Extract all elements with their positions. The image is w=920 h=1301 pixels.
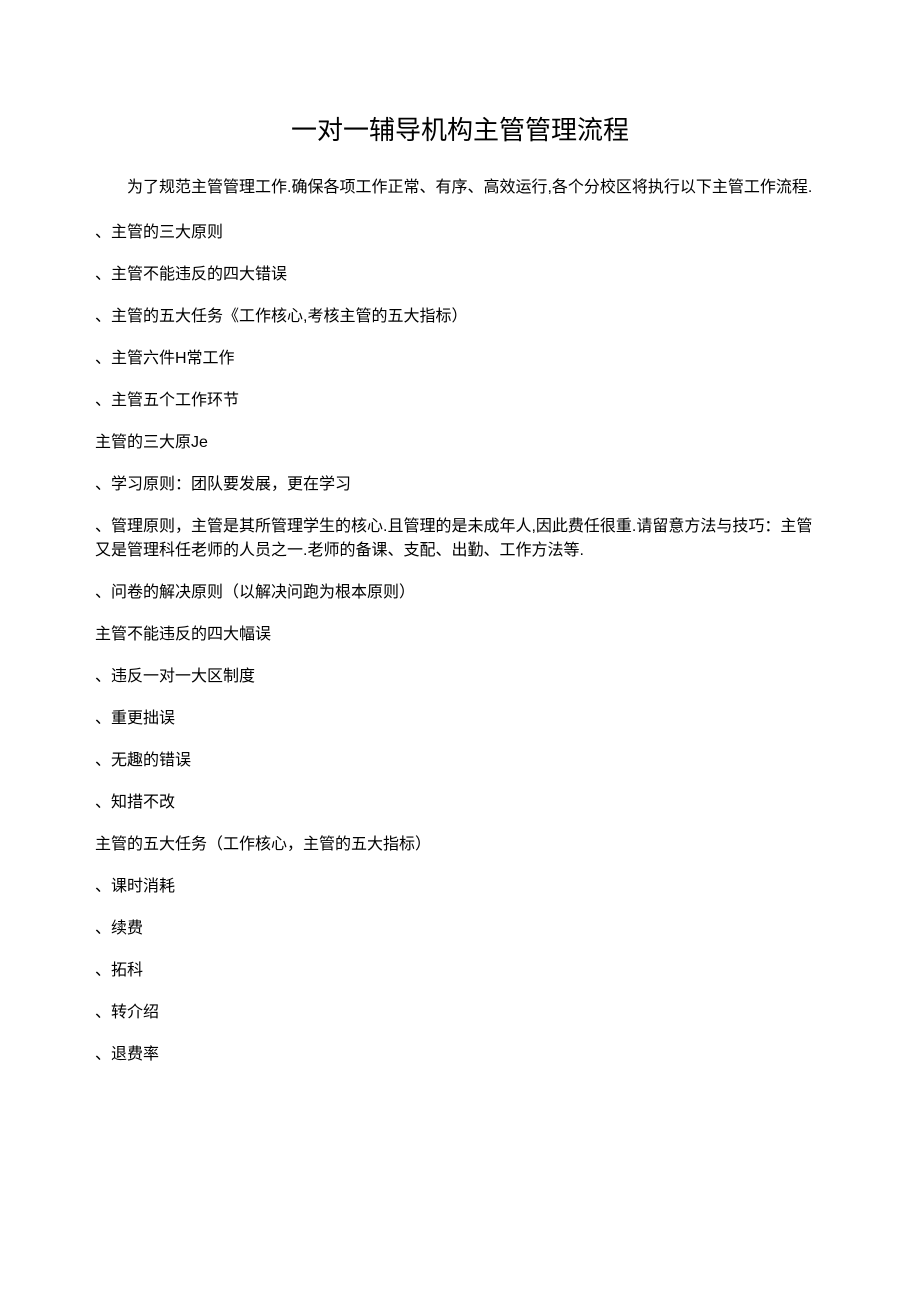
outline-item: 、主管不能违反的四大错误 xyxy=(95,263,825,287)
section2-item: 、违反一对一大区制度 xyxy=(95,665,825,689)
section3-item: 、转介绍 xyxy=(95,1001,825,1025)
outline-item: 、主管的三大原则 xyxy=(95,221,825,245)
document-title: 一对一辅导机构主管管理流程 xyxy=(95,110,825,147)
section2-item: 、知措不改 xyxy=(95,791,825,815)
section3-item: 、拓科 xyxy=(95,959,825,983)
outline-item: 、主管六件H常工作 xyxy=(95,347,825,371)
section2-item: 、无趣的错误 xyxy=(95,749,825,773)
section3-item: 、课时消耗 xyxy=(95,875,825,899)
section1-item: 、管理原则，主管是其所管理学生的核心.且管理的是未成年人,因此费任很重.请留意方… xyxy=(95,515,825,563)
section1-item: 、学习原则：团队要发展，更在学习 xyxy=(95,473,825,497)
section1-item: 、问卷的解决原则（以解决问跑为根本原则） xyxy=(95,581,825,605)
outline-item: 、主管五个工作环节 xyxy=(95,389,825,413)
section-header-2: 主管不能违反的四大幅误 xyxy=(95,623,825,647)
section-header-1: 主管的三大原Je xyxy=(95,431,825,455)
section-header-3: 主管的五大任务（工作核心，主管的五大指标） xyxy=(95,833,825,857)
section2-item: 、重更拙误 xyxy=(95,707,825,731)
outline-item: 、主管的五大任务《工作核心,考核主管的五大指标） xyxy=(95,305,825,329)
section3-item: 、续费 xyxy=(95,917,825,941)
section3-item: 、退费率 xyxy=(95,1043,825,1067)
intro-paragraph: 为了规范主管管理工作.确保各项工作正常、有序、高效运行,各个分校区将执行以下主管… xyxy=(95,175,825,201)
